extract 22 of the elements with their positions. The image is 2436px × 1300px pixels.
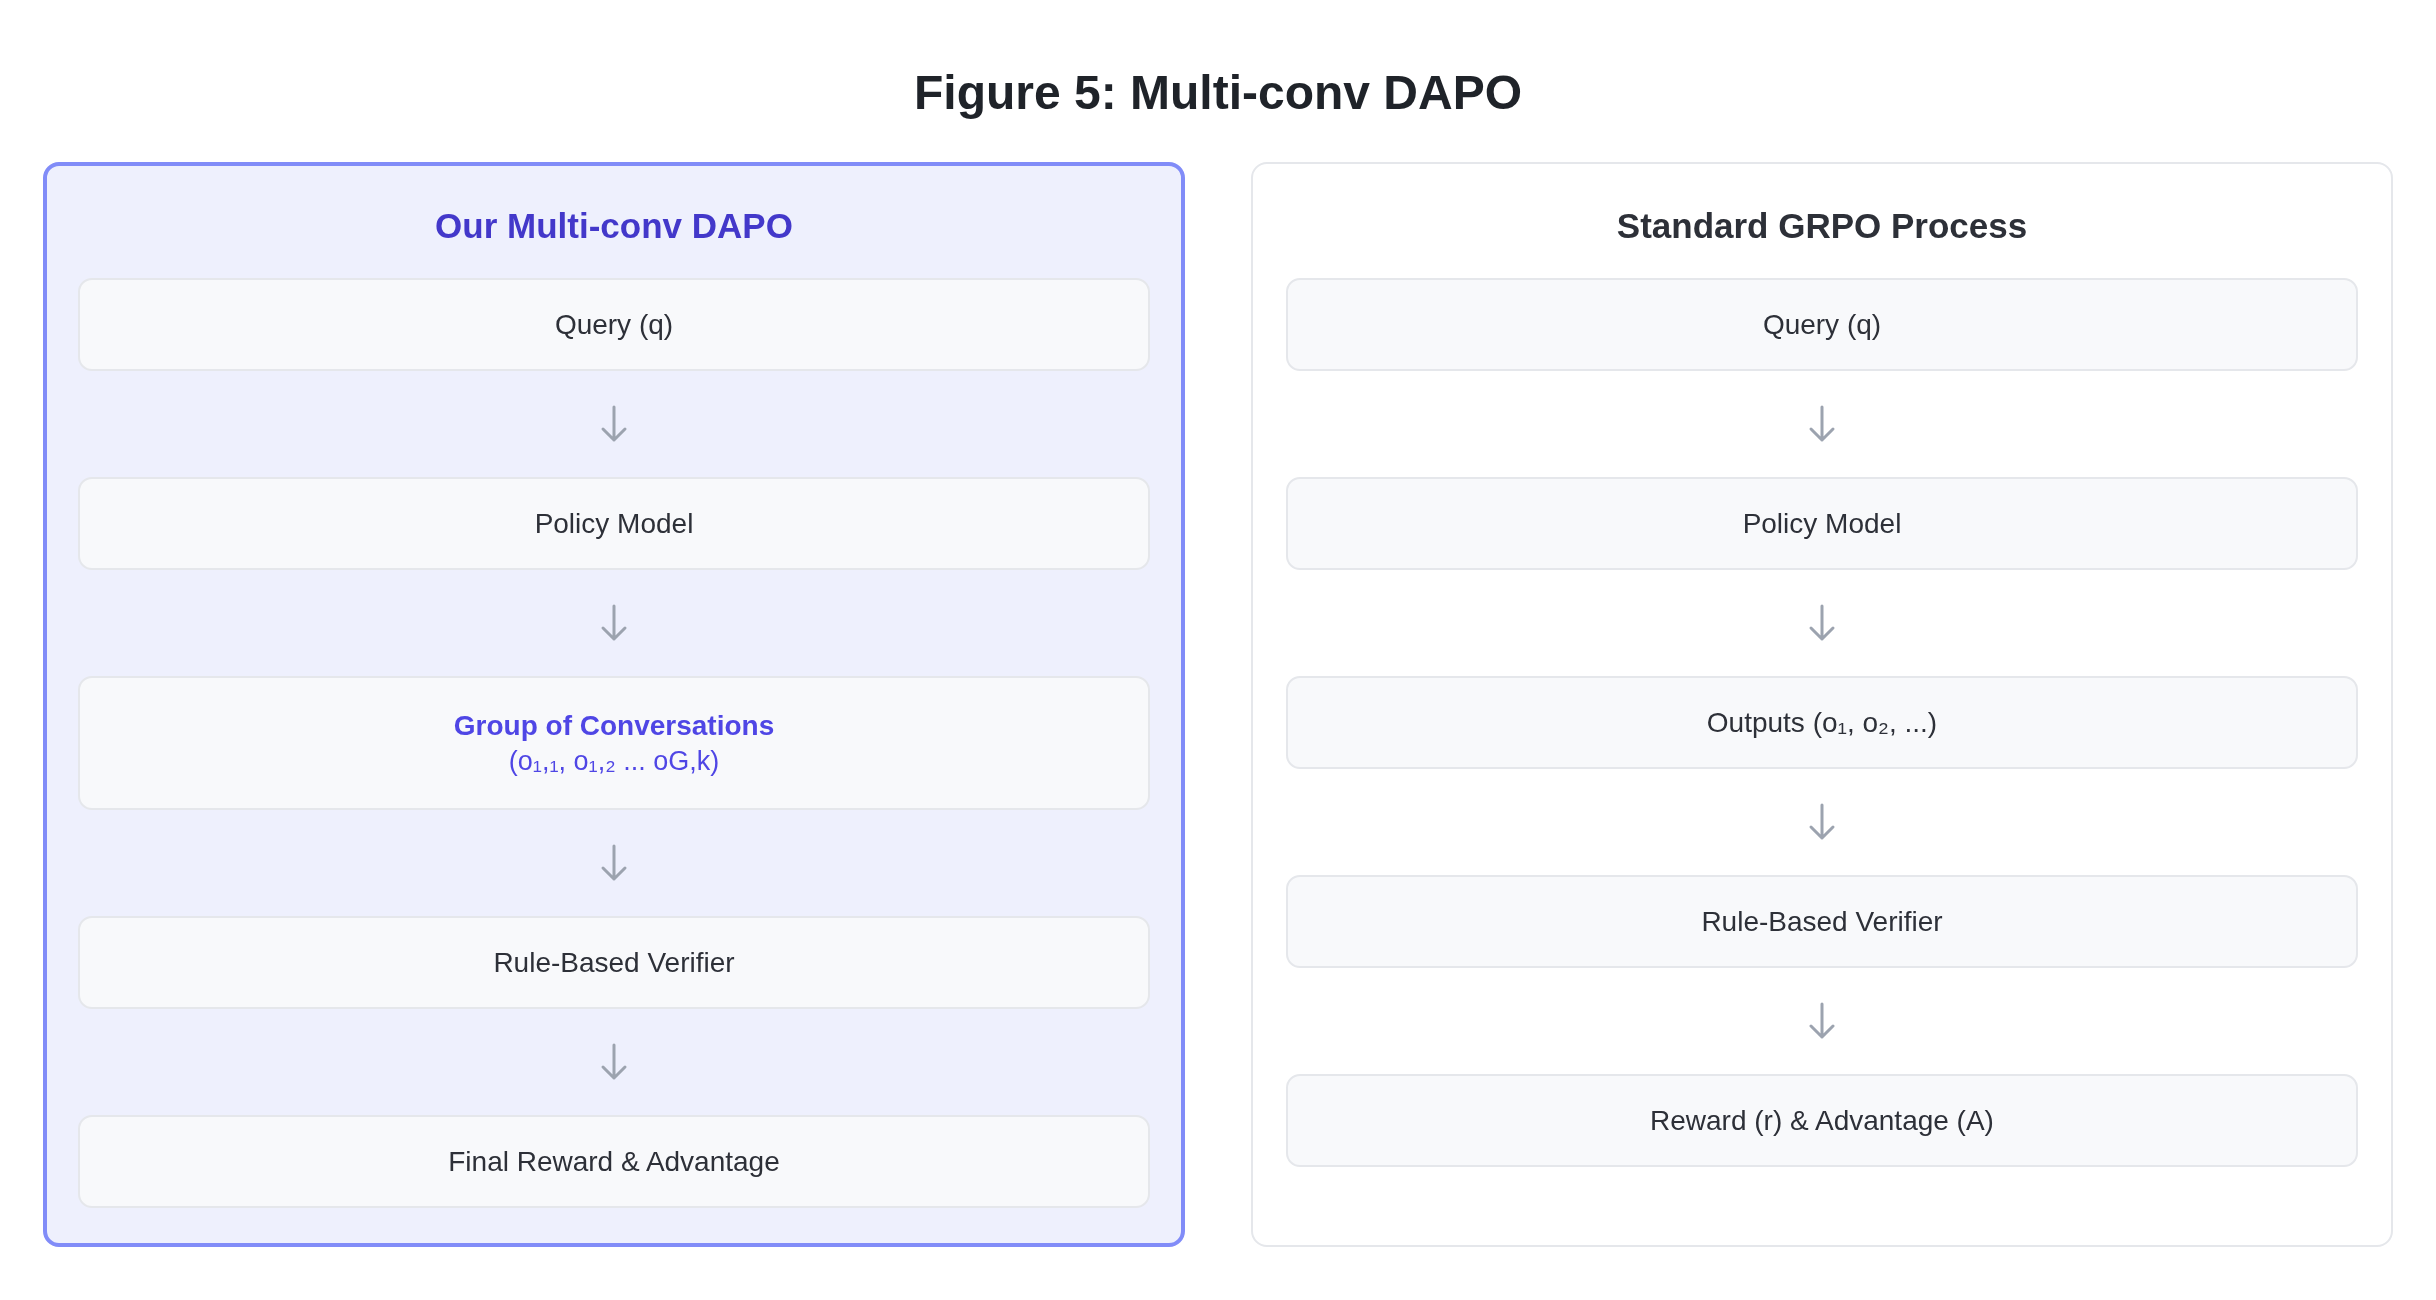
down-arrow-icon xyxy=(599,604,629,642)
step-label: Reward (r) & Advantage (A) xyxy=(1650,1104,1994,1137)
down-arrow-icon xyxy=(1807,803,1837,841)
step-label: Rule-Based Verifier xyxy=(1701,905,1943,938)
panel-title: Standard GRPO Process xyxy=(1616,205,2028,247)
down-arrow-icon xyxy=(1807,604,1837,642)
down-arrow-icon xyxy=(1807,1002,1837,1040)
step-label: Rule-Based Verifier xyxy=(493,946,735,979)
down-arrow-icon xyxy=(1807,405,1837,443)
step-label: Group of Conversations xyxy=(453,709,775,742)
figure-title: Figure 5: Multi-conv DAPO xyxy=(914,65,1522,121)
down-arrow-icon xyxy=(599,1043,629,1081)
panel-title: Our Multi-conv DAPO xyxy=(435,205,793,247)
down-arrow-icon xyxy=(599,405,629,443)
step-detail: (o₁,₁, o₁,₂ ... oG,k) xyxy=(508,745,720,777)
step-label: Final Reward & Advantage xyxy=(448,1145,780,1178)
step-label: Outputs (o₁, o₂, ...) xyxy=(1706,706,1938,739)
step-label: Policy Model xyxy=(534,507,694,540)
step-label: Query (q) xyxy=(554,308,674,341)
step-label: Query (q) xyxy=(1762,308,1882,341)
down-arrow-icon xyxy=(599,844,629,882)
step-label: Policy Model xyxy=(1742,507,1902,540)
